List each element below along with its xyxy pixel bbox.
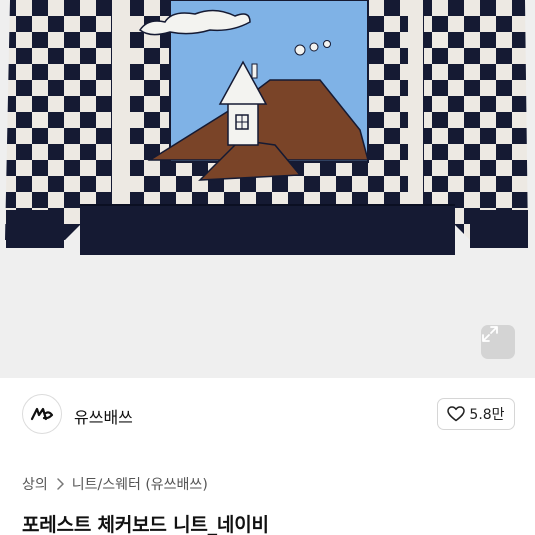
like-count: 5.8만 — [469, 407, 505, 423]
heart-outline-icon — [447, 406, 466, 422]
breadcrumb-item-subcategory[interactable]: 니트/스웨터 (유쓰배쓰) — [72, 474, 208, 494]
breadcrumb-item-category[interactable]: 상의 — [22, 474, 48, 494]
brand-logo[interactable] — [22, 394, 62, 434]
brand-logo-icon — [30, 407, 54, 421]
like-button[interactable]: 5.8만 — [437, 398, 515, 430]
chevron-right-icon — [56, 478, 64, 490]
brand-row[interactable]: 유쓰배쓰 5.8만 — [0, 385, 535, 445]
breadcrumb: 상의 니트/스웨터 (유쓰배쓰) — [22, 474, 208, 494]
product-image[interactable] — [0, 0, 535, 378]
product-title: 포레스트 체커보드 니트_네이비 — [22, 514, 269, 535]
brand-name[interactable]: 유쓰배쓰 — [74, 404, 133, 428]
expand-button[interactable] — [481, 325, 515, 359]
sweater-photo — [0, 0, 535, 378]
expand-icon — [482, 326, 498, 342]
